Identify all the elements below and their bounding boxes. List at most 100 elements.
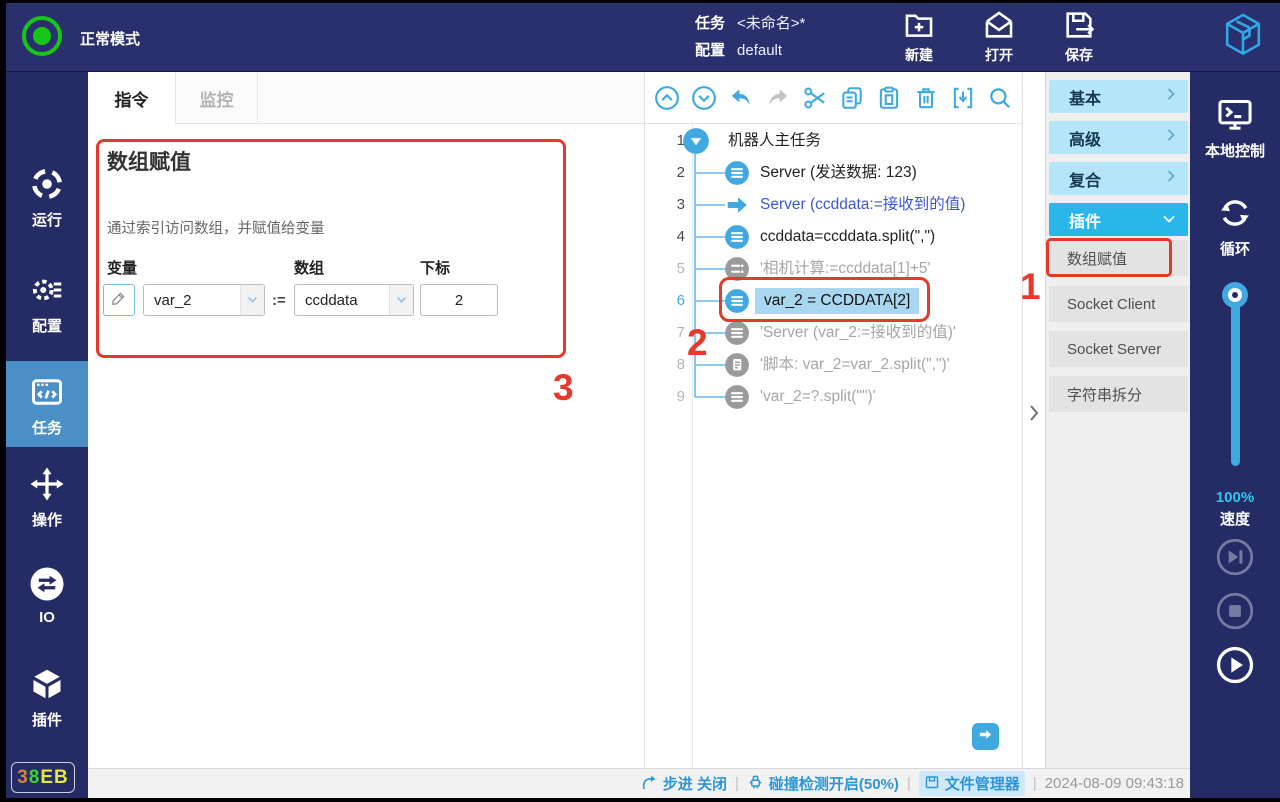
- code-window-icon: [6, 374, 88, 410]
- open-task-button[interactable]: 打开: [968, 8, 1030, 65]
- sidebar-item-run[interactable]: 运行: [6, 166, 88, 230]
- expand-panel-chevron[interactable]: [1027, 402, 1041, 429]
- brand-cube-logo: [1220, 10, 1266, 65]
- copy-icon[interactable]: [839, 85, 865, 111]
- palette-item-string-split[interactable]: 字符串拆分: [1049, 376, 1188, 412]
- arrow-node-icon[interactable]: [724, 192, 750, 218]
- line-number: 6: [645, 285, 685, 317]
- step-mode-status[interactable]: 步进 关闭: [641, 773, 727, 794]
- new-task-button[interactable]: 新建: [888, 8, 950, 65]
- tree-node-label[interactable]: 'Server (var_2:=接收到的值)': [760, 317, 956, 349]
- robot-status-indicator: [22, 16, 62, 56]
- form-title: 数组赋值: [107, 146, 191, 176]
- paste-icon[interactable]: [876, 85, 902, 111]
- tree-node-label[interactable]: 机器人主任务: [728, 125, 821, 157]
- palette-item-socket-server[interactable]: Socket Server: [1049, 331, 1188, 367]
- sidebar-config-label: 配置: [6, 315, 88, 336]
- disabled-instruction-icon[interactable]: [724, 384, 750, 410]
- redo-icon[interactable]: [765, 85, 791, 111]
- top-bar: 正常模式 任务 <未命名>* 配置 default 新建 打开 保存: [0, 0, 1280, 72]
- disabled-instruction-icon[interactable]: [724, 320, 750, 346]
- chevron-right-icon: [1166, 87, 1176, 106]
- variable-select[interactable]: var_2: [143, 284, 265, 316]
- stop-button[interactable]: [1216, 592, 1254, 630]
- palette-item-array-assign[interactable]: 数组赋值: [1049, 240, 1188, 276]
- tree-node-label[interactable]: Server (ccddata:=接收到的值): [760, 189, 965, 221]
- chevron-right-icon: [1166, 169, 1176, 188]
- category-basic[interactable]: 基本: [1049, 80, 1188, 113]
- speed-slider-knob[interactable]: [1222, 282, 1248, 308]
- tree-node-label-selected[interactable]: var_2 = CCDDATA[2]: [755, 288, 919, 314]
- config-label: 配置: [695, 38, 725, 64]
- chevron-right-icon: [1166, 128, 1176, 147]
- tree-row: 4 ccddata=ccddata.split(","): [645, 221, 1022, 253]
- sidebar-operate-label: 操作: [6, 509, 88, 530]
- tree-node-label[interactable]: Server (发送数据: 123): [760, 157, 917, 189]
- disabled-instruction-icon[interactable]: [724, 256, 750, 282]
- window-edge: [0, 0, 6, 802]
- badge-char: 3: [17, 767, 29, 789]
- jump-to-current-button[interactable]: [972, 723, 999, 750]
- instruction-icon[interactable]: [724, 224, 750, 250]
- instruction-icon[interactable]: [724, 288, 750, 314]
- array-select-value: ccddata: [295, 292, 389, 309]
- file-manager-text: 文件管理器: [945, 773, 1020, 794]
- terminal-icon: [1190, 96, 1280, 134]
- robot-id-badge: 38EB: [11, 762, 75, 793]
- tree-node-label[interactable]: ccddata=ccddata.split(","): [760, 221, 935, 253]
- sidebar-plugin-label: 插件: [6, 709, 88, 730]
- tree-node-label[interactable]: '脚本: var_2=var_2.split(",")': [760, 349, 950, 381]
- play-button[interactable]: [1216, 646, 1254, 684]
- save-task-label: 保存: [1048, 45, 1110, 65]
- collapse-all-icon[interactable]: [654, 85, 680, 111]
- script-node-icon[interactable]: [724, 352, 750, 378]
- move-arrows-icon: [6, 466, 88, 502]
- insert-icon[interactable]: [950, 85, 976, 111]
- category-advanced[interactable]: 高级: [1049, 121, 1188, 154]
- config-name: default: [737, 38, 782, 64]
- undo-icon[interactable]: [728, 85, 754, 111]
- instruction-icon[interactable]: [724, 160, 750, 186]
- save-task-button[interactable]: 保存: [1048, 8, 1110, 65]
- chevron-down-icon: [389, 285, 413, 315]
- variable-field-label: 变量: [107, 257, 137, 278]
- array-select[interactable]: ccddata: [294, 284, 414, 316]
- tree-node-label[interactable]: 'var_2=?.split("")': [760, 381, 876, 413]
- tab-instruction[interactable]: 指令: [88, 72, 176, 124]
- palette-item-socket-client[interactable]: Socket Client: [1049, 286, 1188, 322]
- sidebar-item-config[interactable]: 配置: [6, 272, 88, 336]
- sidebar-item-io[interactable]: IO: [6, 566, 88, 626]
- local-control-button[interactable]: 本地控制: [1190, 96, 1280, 161]
- cut-icon[interactable]: [802, 85, 828, 111]
- task-label: 任务: [695, 11, 725, 37]
- left-sidebar: 运行 配置 任务 操作 IO 插件 38EB: [6, 72, 88, 798]
- index-field-label: 下标: [420, 257, 450, 278]
- collapse-node-icon[interactable]: [682, 127, 710, 155]
- speed-slider-track[interactable]: [1231, 294, 1240, 466]
- sidebar-item-operate[interactable]: 操作: [6, 466, 88, 530]
- collision-status[interactable]: 碰撞检测开启(50%): [747, 773, 899, 794]
- category-plugin-expanded[interactable]: 插件: [1049, 203, 1188, 236]
- loop-button[interactable]: 循环: [1190, 194, 1280, 259]
- array-field-label: 数组: [294, 257, 324, 278]
- badge-char: 8: [29, 767, 41, 789]
- delete-icon[interactable]: [913, 85, 939, 111]
- window-edge: [0, 798, 1280, 802]
- program-tree: 1 机器人主任务 2 Server (发送数据: 123) 3 Server (…: [645, 124, 1022, 768]
- sidebar-item-task-active[interactable]: 任务: [6, 361, 88, 447]
- category-compound[interactable]: 复合: [1049, 162, 1188, 195]
- expand-all-icon[interactable]: [691, 85, 717, 111]
- sidebar-run-label: 运行: [6, 209, 88, 230]
- tree-row: 7 'Server (var_2:=接收到的值)': [645, 317, 1022, 349]
- step-forward-button[interactable]: [1216, 538, 1254, 576]
- search-icon[interactable]: [987, 85, 1013, 111]
- category-compound-label: 复合: [1069, 167, 1166, 191]
- open-file-icon: [968, 8, 1030, 42]
- file-manager-button[interactable]: 文件管理器: [919, 771, 1025, 796]
- badge-char: B: [54, 767, 69, 789]
- edit-variable-button[interactable]: [103, 284, 135, 316]
- tree-node-label[interactable]: '相机计算:=ccddata[1]+5': [760, 253, 930, 285]
- tab-monitor[interactable]: 监控: [176, 72, 258, 124]
- sidebar-item-plugin[interactable]: 插件: [6, 666, 88, 730]
- index-input[interactable]: [420, 284, 498, 316]
